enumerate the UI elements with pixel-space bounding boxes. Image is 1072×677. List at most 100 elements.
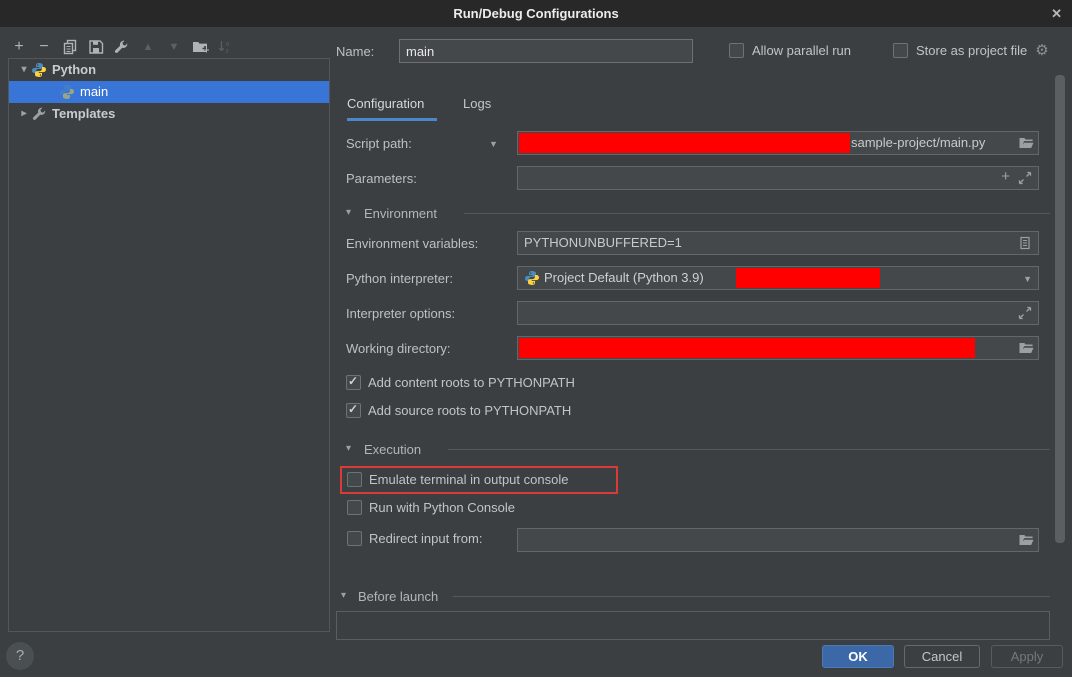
tree-item-label: Python (52, 59, 96, 81)
parameters-field[interactable]: + (517, 166, 1039, 190)
allow-parallel-run-checkbox[interactable]: ✓ Allow parallel run (729, 43, 851, 58)
python-interpreter-label: Python interpreter: (346, 271, 453, 286)
cancel-button[interactable]: Cancel (904, 645, 980, 668)
remove-configuration-button[interactable]: − (35, 38, 53, 56)
tree-item-main[interactable]: main (9, 81, 329, 103)
python-interpreter-select[interactable]: Project Default (Python 3.9) ▼ (517, 266, 1039, 290)
expand-field-icon[interactable] (1017, 170, 1033, 186)
save-configuration-button[interactable] (87, 38, 105, 56)
allow-parallel-run-label: Allow parallel run (752, 43, 851, 58)
tree-item-label: Templates (52, 103, 115, 125)
environment-variables-field[interactable]: PYTHONUNBUFFERED=1 (517, 231, 1039, 255)
run-with-python-console-label: Run with Python Console (369, 500, 515, 515)
environment-variables-label: Environment variables: (346, 236, 478, 251)
vertical-scrollbar-thumb[interactable] (1055, 75, 1065, 543)
redirect-input-checkbox[interactable]: ✓ Redirect input from: (347, 531, 482, 546)
help-button[interactable]: ? (6, 642, 34, 670)
run-debug-configurations-dialog: Run/Debug Configurations ✕ + − ▲ ▼ az ▾ … (0, 0, 1072, 677)
redirect-input-field[interactable] (517, 528, 1039, 552)
sort-az-icon: az (217, 39, 233, 55)
python-icon (524, 270, 540, 286)
save-icon (88, 39, 104, 55)
run-with-python-console-checkbox[interactable]: ✓ Run with Python Console (347, 500, 515, 515)
checkbox-icon[interactable]: ✓ (347, 472, 362, 487)
checkbox-icon[interactable]: ✓ (346, 403, 361, 418)
edit-templates-button[interactable] (112, 38, 130, 56)
redacted-value (736, 268, 880, 288)
active-tab-underline (347, 118, 437, 121)
before-launch-task-list (336, 611, 1050, 640)
help-icon: ? (16, 647, 24, 664)
checkbox-icon[interactable]: ✓ (893, 43, 908, 58)
emulate-terminal-checkbox[interactable]: ✓ Emulate terminal in output console (347, 472, 568, 487)
tab-logs[interactable]: Logs (463, 96, 491, 111)
redirect-input-label: Redirect input from: (369, 531, 482, 546)
python-icon (59, 84, 75, 100)
store-as-project-file-checkbox[interactable]: ✓ Store as project file ⚙ (893, 43, 1049, 58)
sort-configurations-button[interactable]: az (216, 38, 234, 56)
section-divider (453, 596, 1050, 597)
execution-section-label[interactable]: Execution (364, 442, 421, 457)
browse-folder-icon[interactable] (1018, 340, 1034, 356)
ok-button[interactable]: OK (822, 645, 894, 668)
name-label: Name: (336, 44, 374, 59)
add-source-roots-checkbox[interactable]: ✓ Add source roots to PYTHONPATH (346, 403, 571, 418)
copy-icon (62, 39, 78, 55)
move-up-button[interactable]: ▲ (139, 38, 157, 56)
checkbox-icon[interactable]: ✓ (346, 375, 361, 390)
script-path-label: Script path: (346, 136, 412, 151)
checkbox-icon[interactable]: ✓ (347, 500, 362, 515)
parameters-label: Parameters: (346, 171, 417, 186)
plus-icon: + (14, 38, 23, 56)
down-arrow-icon: ▼ (169, 41, 180, 53)
move-down-button[interactable]: ▼ (165, 38, 183, 56)
browse-folder-icon[interactable] (1018, 532, 1034, 548)
new-folder-button[interactable] (191, 38, 209, 56)
add-configuration-button[interactable]: + (10, 38, 28, 56)
store-as-project-file-label: Store as project file (916, 43, 1027, 58)
edit-variables-list-icon[interactable] (1017, 235, 1033, 251)
name-input[interactable] (399, 39, 693, 63)
dropdown-caret-icon[interactable]: ▼ (1023, 274, 1032, 284)
chevron-right-icon[interactable]: ▸ (17, 103, 31, 125)
redacted-value (519, 338, 975, 358)
add-macro-icon[interactable]: + (1001, 168, 1010, 185)
working-directory-field[interactable] (517, 336, 1039, 360)
environment-variables-value: PYTHONUNBUFFERED=1 (524, 232, 682, 254)
before-launch-section-label[interactable]: Before launch (358, 589, 438, 604)
redacted-value (519, 133, 850, 153)
section-divider (464, 213, 1050, 214)
chevron-down-icon[interactable]: ▾ (17, 59, 31, 81)
up-arrow-icon: ▲ (143, 41, 154, 53)
working-directory-label: Working directory: (346, 341, 451, 356)
wrench-icon (113, 39, 129, 55)
interpreter-options-field[interactable] (517, 301, 1039, 325)
copy-configuration-button[interactable] (61, 38, 79, 56)
folder-plus-icon (192, 39, 209, 55)
tree-item-templates[interactable]: ▸ Templates (9, 103, 329, 125)
add-source-roots-label: Add source roots to PYTHONPATH (368, 403, 571, 418)
browse-folder-icon[interactable] (1018, 135, 1034, 151)
dialog-titlebar: Run/Debug Configurations ✕ (0, 0, 1072, 27)
svg-text:a: a (226, 41, 230, 48)
execution-collapse-icon[interactable]: ▾ (346, 443, 351, 454)
environment-section-label[interactable]: Environment (364, 206, 437, 221)
before-launch-collapse-icon[interactable]: ▾ (341, 590, 346, 601)
apply-button[interactable]: Apply (991, 645, 1063, 668)
configurations-tree: ▾ Python main ▸ Templates (8, 58, 330, 632)
add-content-roots-checkbox[interactable]: ✓ Add content roots to PYTHONPATH (346, 375, 575, 390)
tab-configuration[interactable]: Configuration (347, 96, 424, 111)
expand-field-icon[interactable] (1017, 305, 1033, 321)
emulate-terminal-label: Emulate terminal in output console (369, 472, 568, 487)
tree-item-python[interactable]: ▾ Python (9, 59, 329, 81)
script-path-type-caret-icon[interactable]: ▼ (489, 139, 498, 149)
checkbox-icon[interactable]: ✓ (347, 531, 362, 546)
python-interpreter-value: Project Default (Python 3.9) (544, 267, 704, 289)
environment-collapse-icon[interactable]: ▾ (346, 207, 351, 218)
checkbox-icon[interactable]: ✓ (729, 43, 744, 58)
close-icon[interactable]: ✕ (1051, 0, 1062, 27)
script-path-field[interactable]: sample-project/main.py (517, 131, 1039, 155)
gear-icon[interactable]: ⚙ (1035, 43, 1048, 58)
interpreter-options-label: Interpreter options: (346, 306, 455, 321)
minus-icon: − (39, 38, 48, 56)
